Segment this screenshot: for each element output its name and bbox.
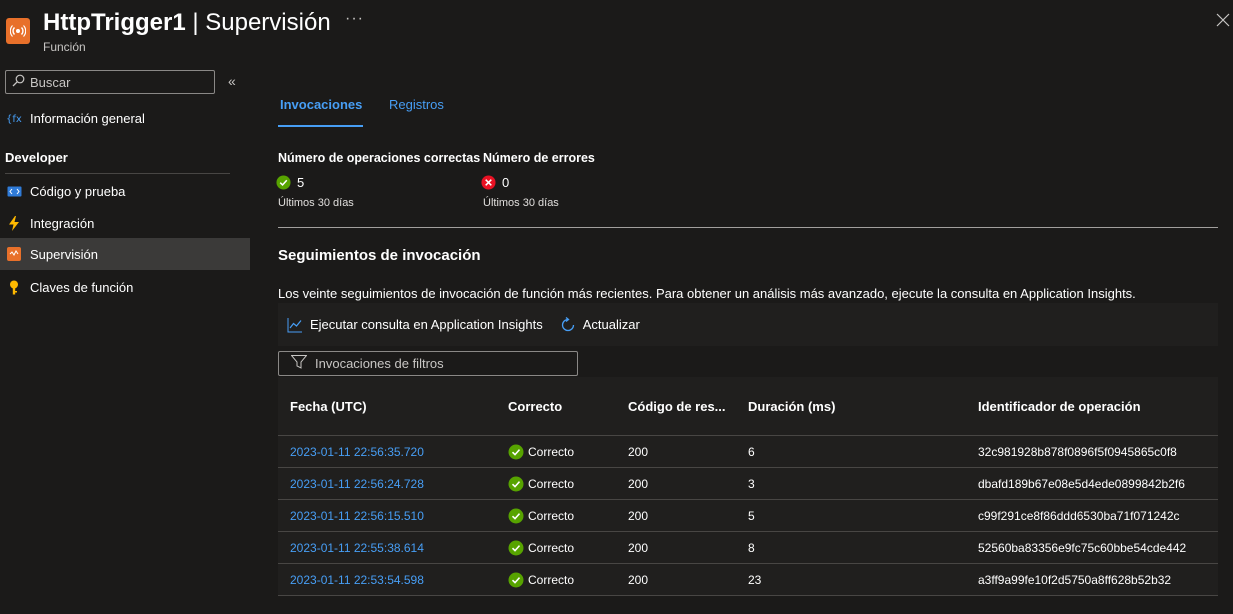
close-icon[interactable] — [1216, 13, 1232, 33]
duration: 3 — [748, 476, 755, 491]
sidebar-item-label: Código y prueba — [30, 183, 126, 199]
page-title: HttpTrigger1 | Supervisión — [43, 9, 331, 36]
error-x-icon — [481, 175, 496, 190]
section-title: Seguimientos de invocación — [278, 247, 481, 264]
operation-id: 52560ba83356e9fc75c60bbe54cde442 — [978, 540, 1187, 555]
column-header-date[interactable]: Fecha (UTC) — [278, 399, 508, 414]
success-period: Últimos 30 días — [278, 197, 354, 209]
table-row: 2023-01-11 22:53:54.598 Correcto 200 23 … — [278, 564, 1218, 596]
tab-invocations[interactable]: Invocaciones — [280, 97, 362, 127]
duration: 23 — [748, 572, 762, 587]
result-code: 200 — [628, 508, 649, 523]
sidebar-divider — [5, 173, 230, 174]
function-overview-icon: {fx} — [6, 110, 22, 126]
collapse-sidebar-button[interactable]: « — [228, 73, 236, 89]
status-text: Correcto — [528, 540, 575, 555]
result-code: 200 — [628, 572, 649, 587]
sidebar-item-label: Integración — [30, 215, 95, 231]
success-check-icon — [508, 540, 524, 556]
refresh-icon — [560, 316, 576, 333]
line-chart-icon — [287, 317, 303, 333]
invocation-date-link[interactable]: 2023-01-11 22:56:15.510 — [278, 509, 508, 523]
search-placeholder: Buscar — [30, 74, 71, 90]
sidebar-section-developer: Developer — [5, 150, 68, 165]
invocation-date-link[interactable]: 2023-01-11 22:55:38.614 — [278, 541, 508, 555]
section-description: Los veinte seguimientos de invocación de… — [278, 286, 1136, 301]
table-row: 2023-01-11 22:56:15.510 Correcto 200 5 c… — [278, 500, 1218, 532]
sidebar-item-label: Claves de función — [30, 279, 134, 295]
duration: 8 — [748, 540, 755, 555]
sidebar-item-integration[interactable]: Integración — [0, 207, 250, 239]
result-code: 200 — [628, 444, 649, 459]
function-app-icon — [6, 18, 30, 44]
toolbar: Ejecutar consulta en Application Insight… — [278, 303, 1218, 346]
refresh-button[interactable]: Actualizar — [560, 316, 640, 333]
success-count: 5 — [276, 175, 304, 190]
column-header-duration[interactable]: Duración (ms) — [748, 399, 978, 414]
success-check-icon — [508, 476, 524, 492]
success-check-icon — [508, 572, 524, 588]
duration: 5 — [748, 508, 755, 523]
lightning-icon — [6, 215, 22, 231]
error-count: 0 — [481, 175, 509, 190]
sidebar-search-input[interactable]: Buscar — [5, 70, 215, 94]
monitor-icon — [6, 246, 22, 262]
search-icon — [12, 74, 25, 90]
table-header: Fecha (UTC) Correcto Código de res... Du… — [278, 377, 1218, 436]
table-row: 2023-01-11 22:56:35.720 Correcto 200 6 3… — [278, 436, 1218, 468]
run-query-button[interactable]: Ejecutar consulta en Application Insight… — [287, 317, 543, 333]
success-check-icon — [508, 508, 524, 524]
filter-invocations-input[interactable]: Invocaciones de filtros — [278, 351, 578, 376]
column-header-success[interactable]: Correcto — [508, 399, 628, 414]
error-period: Últimos 30 días — [483, 197, 559, 209]
success-count-label: Número de operaciones correctas — [278, 151, 481, 165]
svg-text:{fx}: {fx} — [6, 114, 22, 125]
invocations-table: Fecha (UTC) Correcto Código de res... Du… — [278, 377, 1218, 596]
error-count-label: Número de errores — [483, 151, 595, 165]
operation-id: a3ff9a99fe10f2d5750a8ff628b52b32 — [978, 572, 1172, 587]
section-divider — [278, 227, 1218, 228]
sidebar-item-code-test[interactable]: Código y prueba — [0, 175, 250, 207]
key-icon — [6, 279, 22, 295]
tab-logs[interactable]: Registros — [389, 97, 444, 127]
operation-id: dbafd189b67e08e5d4ede0899842b2f6 — [978, 476, 1185, 491]
sidebar-item-monitoring[interactable]: Supervisión — [0, 238, 250, 270]
operation-id: 32c981928b878f0896f5f0945865c0f8 — [978, 444, 1177, 459]
sidebar-item-label: Supervisión — [30, 246, 98, 262]
column-header-result-code[interactable]: Código de res... — [628, 399, 748, 414]
invocation-date-link[interactable]: 2023-01-11 22:56:35.720 — [278, 445, 508, 459]
filter-icon — [290, 355, 308, 372]
column-header-operation-id[interactable]: Identificador de operación — [978, 399, 1218, 414]
invocation-date-link[interactable]: 2023-01-11 22:56:24.728 — [278, 477, 508, 491]
duration: 6 — [748, 444, 755, 459]
status-text: Correcto — [528, 444, 575, 459]
success-check-icon — [508, 444, 524, 460]
status-text: Correcto — [528, 572, 575, 587]
result-code: 200 — [628, 476, 649, 491]
sidebar-item-function-keys[interactable]: Claves de función — [0, 271, 250, 303]
table-row: 2023-01-11 22:56:24.728 Correcto 200 3 d… — [278, 468, 1218, 500]
operation-id: c99f291ce8f86ddd6530ba71f071242c — [978, 508, 1180, 523]
result-code: 200 — [628, 540, 649, 555]
code-icon — [6, 183, 22, 199]
success-check-icon — [276, 175, 291, 190]
table-row: 2023-01-11 22:55:38.614 Correcto 200 8 5… — [278, 532, 1218, 564]
sidebar-item-label: Información general — [30, 110, 145, 126]
status-text: Correcto — [528, 508, 575, 523]
page-subtitle: Función — [43, 40, 86, 54]
active-tab-indicator — [278, 125, 363, 127]
invocation-date-link[interactable]: 2023-01-11 22:53:54.598 — [278, 573, 508, 587]
sidebar-item-overview[interactable]: {fx} Información general — [0, 102, 250, 134]
filter-placeholder: Invocaciones de filtros — [315, 356, 444, 371]
more-options-button[interactable]: ··· — [345, 10, 364, 28]
status-text: Correcto — [528, 476, 575, 491]
